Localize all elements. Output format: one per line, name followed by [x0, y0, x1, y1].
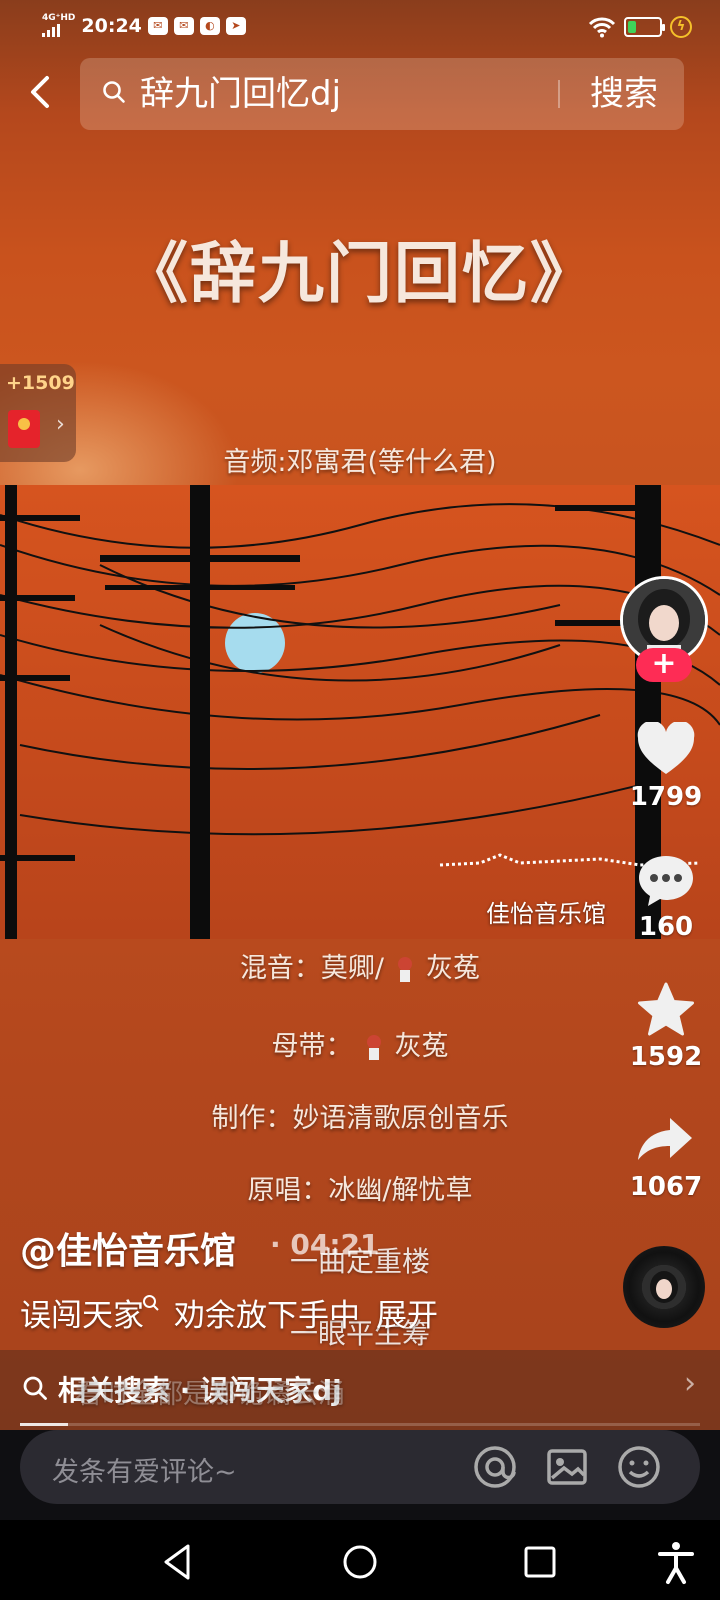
related-search-bar[interactable]: 相关搜索 · 误闯天家dj 看时全都是那诡谲云涌 ›: [0, 1350, 720, 1430]
chevron-left-icon: [31, 76, 49, 108]
video-description[interactable]: 误闯天家 劝余放下手中 展开: [20, 1290, 438, 1335]
heart-icon: [637, 722, 695, 774]
video-screen[interactable]: 4G⁺HD 20:24 ✉ ✉ ◐ ➤ ϟ 辞九门回忆dj 搜索 《辞九门回忆》…: [0, 0, 720, 1430]
search-icon: [103, 81, 125, 103]
video-title: 《辞九门回忆》: [122, 235, 598, 312]
comment-bubble-icon: [639, 856, 693, 906]
charging-icon: ϟ: [670, 16, 692, 38]
like-button[interactable]: 1799: [620, 722, 712, 812]
progress-fill: [20, 1423, 68, 1426]
emoji-icon[interactable]: [616, 1444, 662, 1490]
divider: [558, 80, 560, 108]
mention-icon[interactable]: [472, 1444, 518, 1490]
status-bar: 4G⁺HD 20:24 ✉ ✉ ◐ ➤ ϟ: [0, 0, 720, 54]
credit-master-person: 灰菟: [394, 1031, 449, 1062]
red-packet-count: +1509: [6, 372, 75, 394]
sunset-power-lines-image: [0, 485, 720, 939]
author-name[interactable]: @佳怡音乐馆: [20, 1222, 236, 1274]
red-envelope-icon: [8, 410, 40, 448]
navigation-bar: [0, 1520, 720, 1600]
send-icon: ➤: [225, 16, 246, 35]
share-count: 1067: [629, 1172, 703, 1202]
expand-link[interactable]: 展开: [376, 1298, 438, 1334]
description-text: 劝余放下手中: [174, 1298, 360, 1334]
like-count: 1799: [629, 782, 703, 812]
mail-icon: ✉: [147, 16, 168, 35]
comment-placeholder: 发条有爱评论~: [52, 1457, 237, 1488]
star-icon: [638, 982, 694, 1036]
credit-master: 母带： 灰菟: [0, 1024, 720, 1063]
credit-producer: 制作：妙语清歌原创音乐: [211, 1103, 509, 1134]
comment-button[interactable]: 160: [620, 852, 712, 942]
battery-icon: [624, 17, 665, 37]
credit-original: 原唱：冰幽/解忧草: [247, 1175, 473, 1206]
wifi-icon: [588, 17, 616, 38]
credit-mix-person: 灰菟: [426, 953, 481, 984]
back-button[interactable]: [20, 72, 60, 122]
nav-recents-icon[interactable]: [516, 1538, 564, 1586]
credit-mix-label: 混音：莫卿/: [239, 953, 385, 984]
video-progress-bar[interactable]: [20, 1423, 700, 1426]
search-input[interactable]: 辞九门回忆dj 搜索: [80, 58, 684, 130]
credit-master-label: 母带：: [271, 1031, 353, 1062]
chevron-right-icon: ›: [56, 412, 65, 437]
comment-count: 160: [638, 912, 694, 942]
app-icon: ◐: [199, 16, 220, 35]
search-query[interactable]: 辞九门回忆dj: [140, 72, 341, 116]
follow-button[interactable]: +: [636, 648, 692, 682]
video-duration: · 04:21: [270, 1228, 380, 1261]
comment-input[interactable]: 发条有爱评论~: [20, 1430, 700, 1504]
nav-home-icon[interactable]: [336, 1538, 384, 1586]
search-button[interactable]: 搜索: [572, 72, 676, 116]
nav-back-icon[interactable]: [154, 1538, 202, 1586]
search-icon: [143, 1295, 159, 1311]
favorite-button[interactable]: 1592: [620, 982, 712, 1072]
network-indicator: 4G⁺HD: [42, 14, 75, 37]
image-icon[interactable]: [544, 1444, 590, 1490]
lyric-line: 看时全都是那诡谲云涌: [75, 1379, 345, 1410]
network-label: 4G⁺HD: [42, 13, 76, 23]
chevron-right-icon: ›: [684, 1366, 696, 1401]
favorite-count: 1592: [629, 1042, 703, 1072]
clock: 20:24: [81, 14, 142, 37]
description-tag[interactable]: 误闯天家: [20, 1298, 144, 1334]
comment-bar: 发条有爱评论~: [0, 1430, 720, 1520]
credit-mix: 混音：莫卿/灰菟: [0, 946, 720, 985]
share-arrow-icon: [638, 1118, 692, 1160]
chibi-icon: [394, 956, 416, 984]
chibi-icon: [363, 1034, 385, 1062]
share-button[interactable]: 1067: [620, 1112, 712, 1202]
accessibility-icon[interactable]: [652, 1538, 700, 1586]
credit-audio: 音频:邓寓君(等什么君): [223, 447, 497, 478]
signal-icon: [42, 23, 75, 37]
mail-icon: ✉: [173, 16, 194, 35]
video-watermark: 佳怡音乐馆: [486, 900, 606, 928]
red-packet-widget[interactable]: +1509 ›: [0, 364, 76, 462]
